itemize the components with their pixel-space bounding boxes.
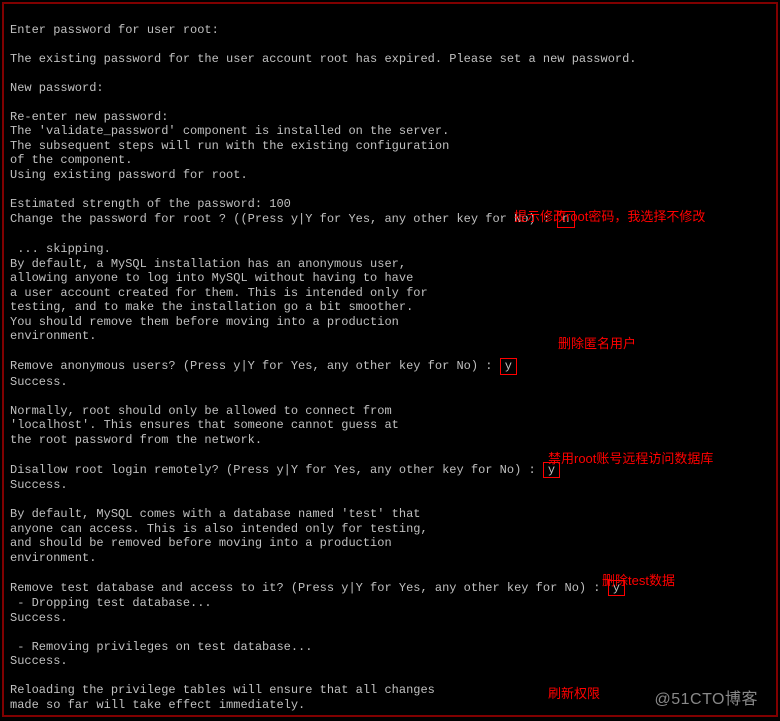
terminal-window[interactable]: Enter password for user root: The existi… <box>2 2 778 717</box>
term-line: Remove anonymous users? (Press y|Y for Y… <box>10 359 517 373</box>
term-line: Reloading the privilege tables will ensu… <box>10 683 435 697</box>
term-line: The existing password for the user accou… <box>10 52 637 66</box>
prompt-text: Remove anonymous users? (Press y|Y for Y… <box>10 359 500 373</box>
annotation-disallow-root-remote: 禁用root账号远程访问数据库 <box>548 452 713 467</box>
annotation-reload-privileges: 刷新权限 <box>548 687 600 702</box>
term-line: Disallow root login remotely? (Press y|Y… <box>10 463 560 477</box>
term-line: By default, a MySQL installation has an … <box>10 257 406 271</box>
prompt-text: Remove test database and access to it? (… <box>10 581 608 595</box>
term-line: ... skipping. <box>10 242 111 256</box>
term-line: You should remove them before moving int… <box>10 315 399 329</box>
term-line: Success. <box>10 654 68 668</box>
term-line: of the component. <box>10 153 132 167</box>
term-line: - Removing privileges on test database..… <box>10 640 312 654</box>
term-line: and should be removed before moving into… <box>10 536 392 550</box>
term-line: - Dropping test database... <box>10 596 212 610</box>
term-line: Success. <box>10 478 68 492</box>
term-line: The 'validate_password' component is ins… <box>10 124 449 138</box>
watermark-text: @51CTO博客 <box>654 693 758 708</box>
term-line: anyone can access. This is also intended… <box>10 522 428 536</box>
term-line: the root password from the network. <box>10 433 262 447</box>
term-line: New password: <box>10 81 104 95</box>
prompt-text: Disallow root login remotely? (Press y|Y… <box>10 463 543 477</box>
term-line: 'localhost'. This ensures that someone c… <box>10 418 399 432</box>
annotation-remove-test-db: 删除test数据 <box>602 574 675 589</box>
term-line: Re-enter new password: <box>10 110 168 124</box>
term-line: made so far will take effect immediately… <box>10 698 305 712</box>
term-line: Normally, root should only be allowed to… <box>10 404 392 418</box>
user-input-remove-anonymous[interactable]: y <box>500 358 517 375</box>
term-line: allowing anyone to log into MySQL withou… <box>10 271 413 285</box>
prompt-text: Change the password for root ? ((Press y… <box>10 212 557 226</box>
term-line: Success. <box>10 375 68 389</box>
term-line: a user account created for them. This is… <box>10 286 428 300</box>
term-line: Enter password for user root: <box>10 23 219 37</box>
term-line: environment. <box>10 551 96 565</box>
term-line: environment. <box>10 329 96 343</box>
term-line: Remove test database and access to it? (… <box>10 581 625 595</box>
term-line: By default, MySQL comes with a database … <box>10 507 420 521</box>
term-line: Success. <box>10 611 68 625</box>
term-line: The subsequent steps will run with the e… <box>10 139 449 153</box>
term-line: Change the password for root ? ((Press y… <box>10 212 575 226</box>
term-line: Using existing password for root. <box>10 168 248 182</box>
annotation-remove-anonymous-users: 删除匿名用户 <box>558 337 636 352</box>
annotation-change-root-password: 提示修改root密码，我选择不修改 <box>514 210 705 225</box>
term-line: testing, and to make the installation go… <box>10 300 413 314</box>
term-line: Estimated strength of the password: 100 <box>10 197 291 211</box>
